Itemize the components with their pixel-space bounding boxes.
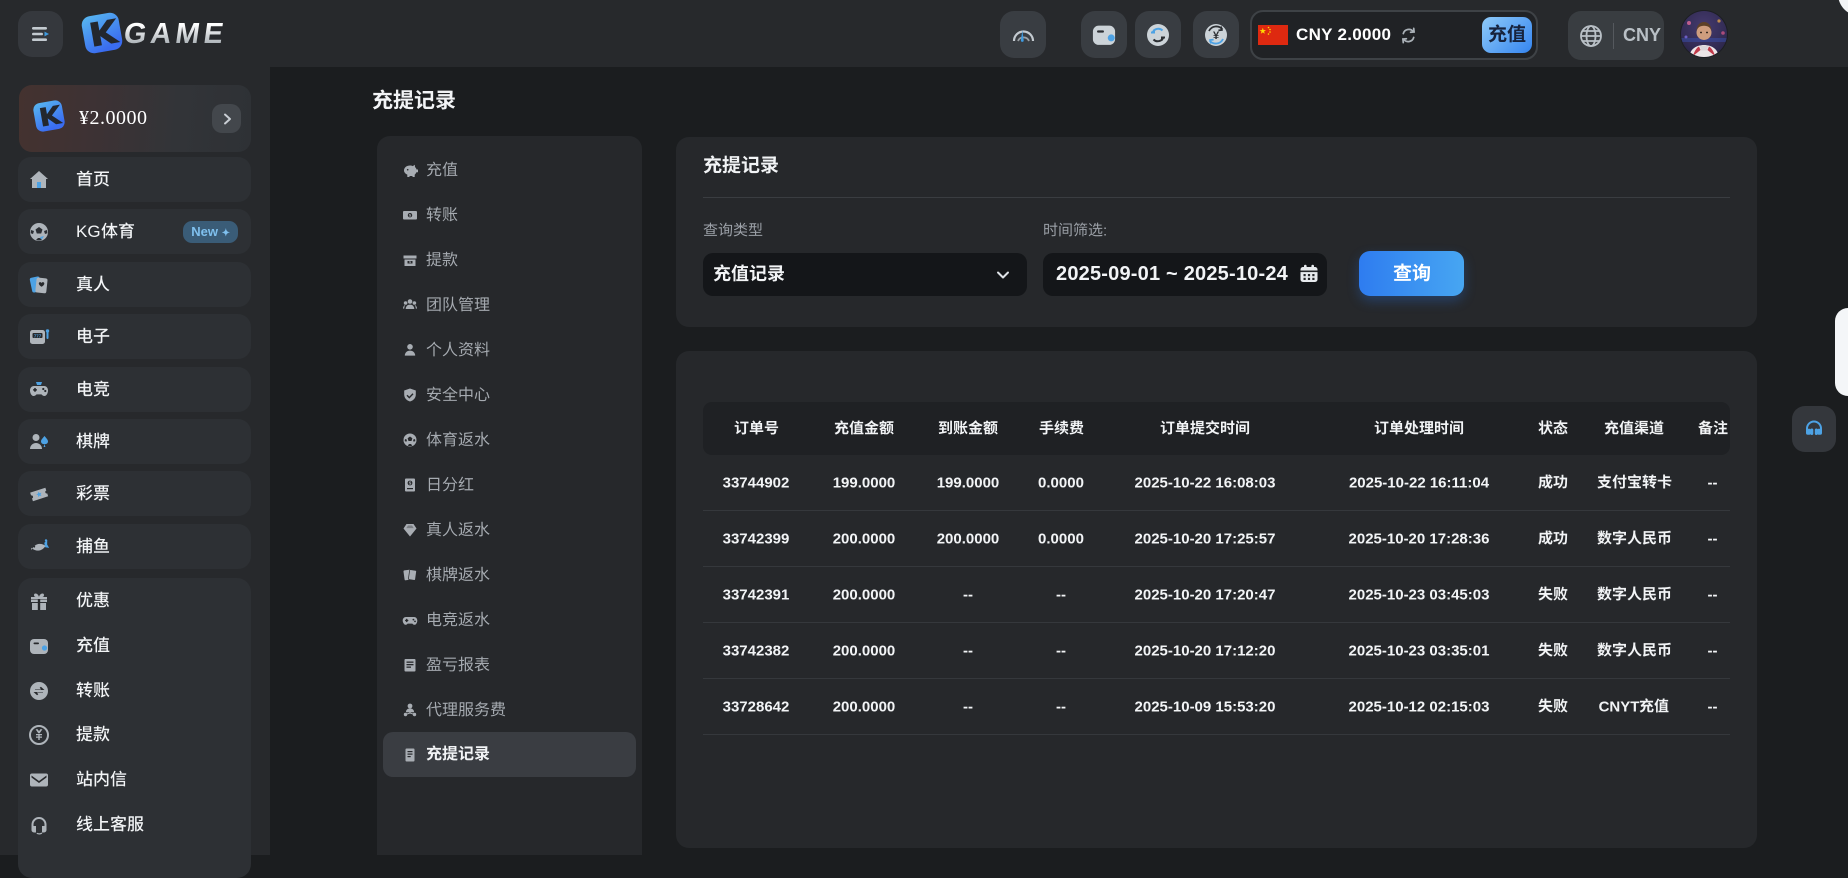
svg-text:¥: ¥ <box>1213 30 1220 42</box>
svg-text:777: 777 <box>34 333 42 338</box>
svg-text:$: $ <box>409 260 411 264</box>
